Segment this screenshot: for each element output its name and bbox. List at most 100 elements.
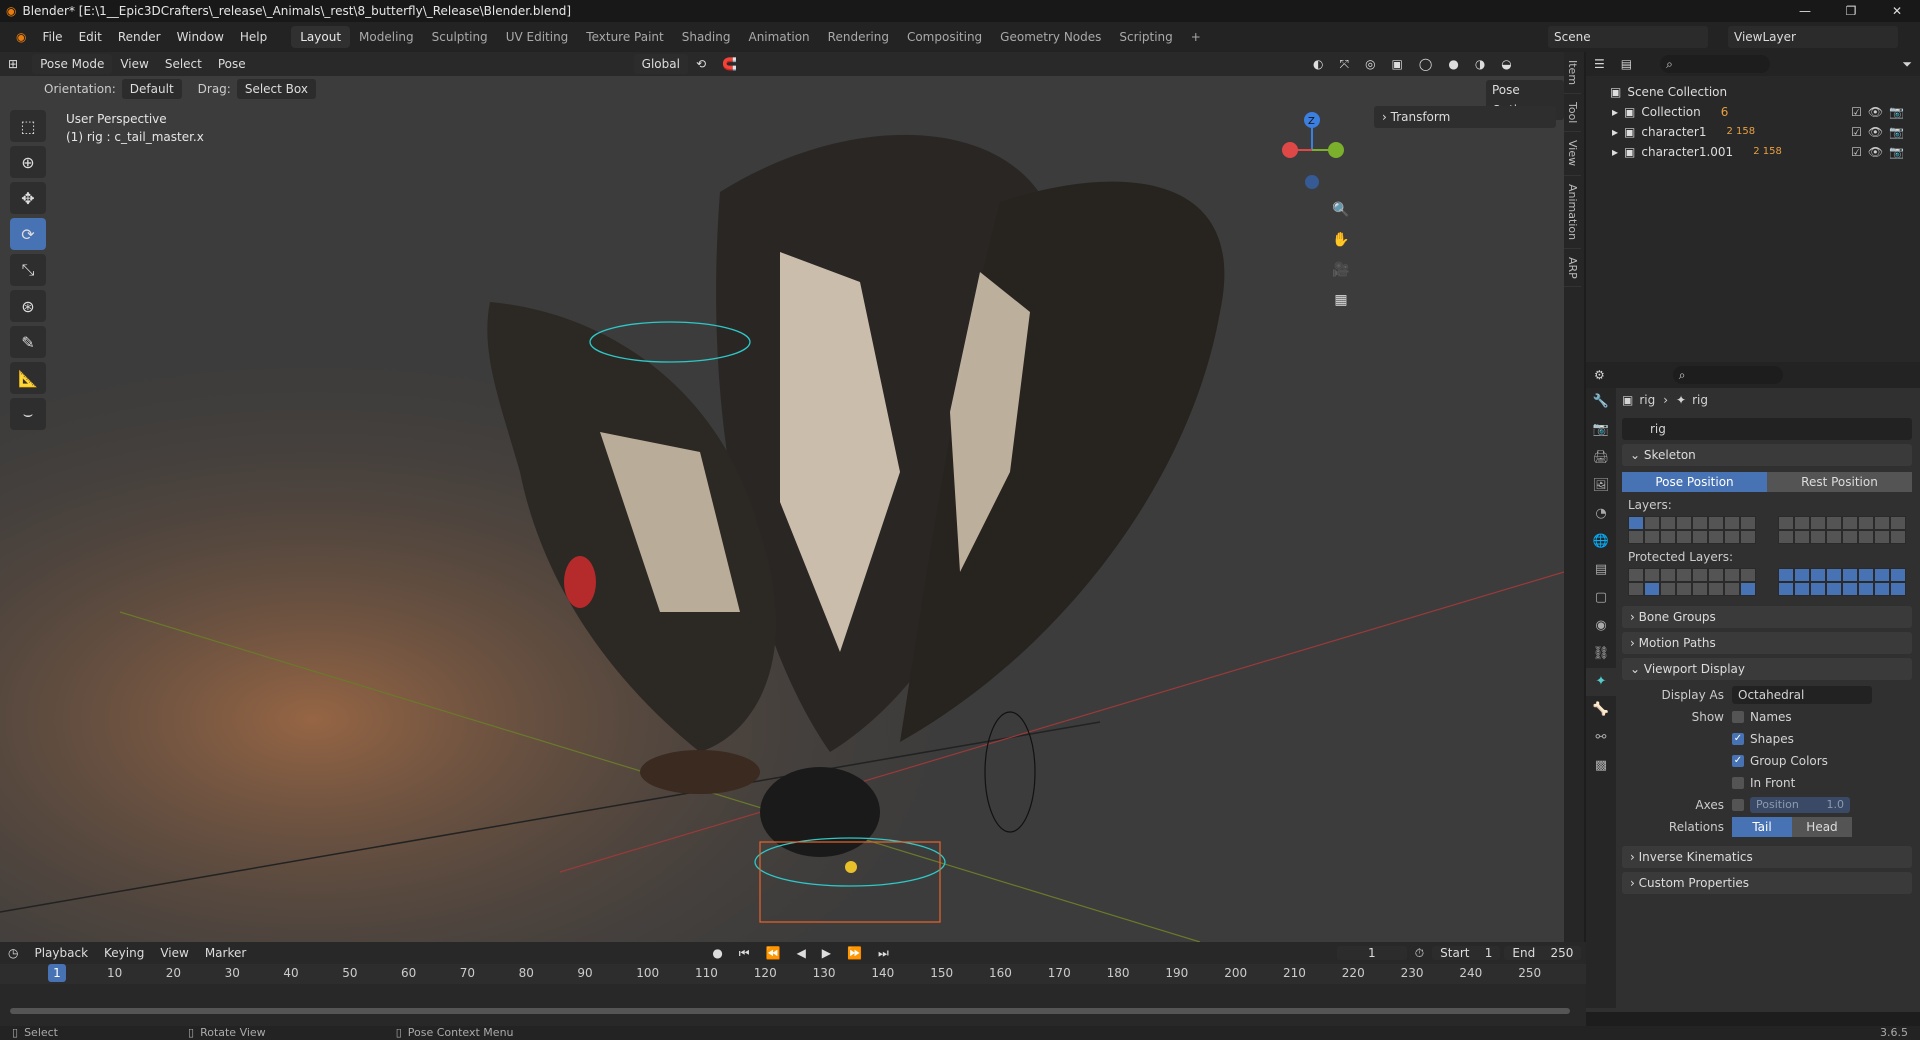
transform-panel-header[interactable]: › Transform <box>1374 106 1556 128</box>
menu-keying[interactable]: Keying <box>96 942 152 964</box>
menu-marker[interactable]: Marker <box>197 942 254 964</box>
constraints-tab-icon[interactable]: ⛓ <box>1586 640 1616 668</box>
pivot-icon[interactable]: ⟲ <box>688 52 714 76</box>
tab-modeling[interactable]: Modeling <box>350 26 423 48</box>
transform-orientation-dropdown[interactable]: Global <box>633 54 688 74</box>
tab-geometry-nodes[interactable]: Geometry Nodes <box>991 26 1110 48</box>
expand-arrow-icon[interactable]: ▸ <box>1612 102 1618 122</box>
tab-tool[interactable]: Tool <box>1564 94 1581 133</box>
menu-file[interactable]: File <box>34 22 70 52</box>
shading-solid-icon[interactable]: ● <box>1440 52 1466 76</box>
tail-button[interactable]: Tail <box>1732 817 1792 837</box>
maximize-icon[interactable]: ❐ <box>1828 0 1874 22</box>
cursor-tool-icon[interactable]: ⊕ <box>10 146 46 178</box>
tab-sculpting[interactable]: Sculpting <box>423 26 497 48</box>
protected-layers-grid[interactable] <box>1628 568 1906 596</box>
axes-position-field[interactable]: Position 1.0 <box>1750 797 1850 813</box>
properties-search-icon[interactable]: ⌕ <box>1672 366 1783 384</box>
tab-view[interactable]: View <box>1564 132 1581 176</box>
jump-end-icon[interactable]: ⏭ <box>870 942 897 964</box>
overlay-icon[interactable]: ◎ <box>1357 52 1383 76</box>
in-front-checkbox[interactable] <box>1732 777 1744 789</box>
menu-select[interactable]: Select <box>157 52 210 76</box>
drag-dropdown[interactable]: Select Box <box>236 79 316 99</box>
collection-tab-icon[interactable]: ▤ <box>1586 556 1616 584</box>
layers-grid-left[interactable] <box>1628 516 1756 544</box>
gizmo-x-handle[interactable] <box>1282 142 1298 158</box>
menu-edit[interactable]: Edit <box>71 22 110 52</box>
protected-grid-right[interactable] <box>1778 568 1906 596</box>
snap-icon[interactable]: 🧲 <box>714 52 745 76</box>
outliner-row-collection[interactable]: ▸ ▣ Collection 6 ☑👁📷 <box>1586 102 1920 122</box>
camera-view-icon[interactable]: 🎥 <box>1328 257 1354 283</box>
group-colors-checkbox[interactable]: ✓ <box>1732 755 1744 767</box>
menu-help[interactable]: Help <box>232 22 275 52</box>
tab-item[interactable]: Item <box>1564 52 1581 95</box>
head-button[interactable]: Head <box>1792 817 1852 837</box>
inverse-kinematics-panel-header[interactable]: › Inverse Kinematics <box>1622 846 1912 868</box>
tab-scripting[interactable]: Scripting <box>1110 26 1181 48</box>
texture-tab-icon[interactable]: ▩ <box>1586 752 1616 780</box>
bone-tab-icon[interactable]: 🦴 <box>1586 696 1616 724</box>
tab-shading[interactable]: Shading <box>673 26 740 48</box>
tab-layout[interactable]: Layout <box>291 26 351 48</box>
gizmo-toggle-icon[interactable]: ⤧ <box>1331 52 1357 76</box>
row-visibility-icons[interactable]: ☑👁📷 <box>1851 102 1910 122</box>
editor-type-icon[interactable]: ⊞ <box>0 52 26 76</box>
expand-arrow-icon[interactable]: ▸ <box>1612 142 1618 162</box>
next-keyframe-icon[interactable]: ⏩ <box>839 942 870 964</box>
move-tool-icon[interactable]: ✥ <box>10 182 46 214</box>
tab-arp[interactable]: ARP <box>1564 249 1581 288</box>
menu-pose[interactable]: Pose <box>210 52 254 76</box>
menu-timeline-view[interactable]: View <box>152 942 196 964</box>
armature-data-tab-icon[interactable]: ✦ <box>1586 668 1616 696</box>
row-visibility-icons[interactable]: ☑👁📷 <box>1851 122 1910 142</box>
expand-arrow-icon[interactable]: ▸ <box>1612 122 1618 142</box>
names-checkbox[interactable] <box>1732 711 1744 723</box>
rest-position-button[interactable]: Rest Position <box>1767 472 1912 492</box>
outliner-row-character1-001[interactable]: ▸ ▣ character1.001 2 158 ☑👁📷 <box>1586 142 1920 162</box>
layers-grid[interactable] <box>1628 516 1906 544</box>
menu-playback[interactable]: Playback <box>26 942 96 964</box>
add-workspace-button[interactable]: + <box>1182 26 1210 48</box>
motion-paths-panel-header[interactable]: › Motion Paths <box>1622 632 1912 654</box>
zoom-icon[interactable]: 🔍 <box>1328 197 1354 223</box>
play-icon[interactable]: ▶ <box>814 942 839 964</box>
viewport-display-panel-header[interactable]: ⌄ Viewport Display <box>1622 658 1912 680</box>
world-tab-icon[interactable]: 🌐 <box>1586 528 1616 556</box>
jump-start-icon[interactable]: ⏮ <box>731 942 758 964</box>
orientation-dropdown[interactable]: Default <box>121 79 182 99</box>
timeline-editor-icon[interactable]: ◷ <box>0 942 26 964</box>
layers-grid-right[interactable] <box>1778 516 1906 544</box>
tab-rendering[interactable]: Rendering <box>819 26 898 48</box>
display-as-dropdown[interactable]: Octahedral <box>1732 686 1872 704</box>
scene-selector[interactable]: Scene <box>1548 26 1708 48</box>
gizmo-y-handle[interactable] <box>1328 142 1344 158</box>
clock-icon[interactable]: ⏱ <box>1407 942 1432 964</box>
close-icon[interactable]: ✕ <box>1874 0 1920 22</box>
render-tab-icon[interactable]: 📷 <box>1586 416 1616 444</box>
xray-icon[interactable]: ▣ <box>1384 52 1411 76</box>
relax-pose-tool-icon[interactable]: ⌣ <box>10 398 46 430</box>
display-mode-icon[interactable]: ▤ <box>1613 57 1640 71</box>
armature-name-field[interactable]: rig <box>1622 418 1912 440</box>
frame-ruler[interactable]: 10 20 30 40 50 60 70 80 90 100 110 120 130 140 150 160 1… <box>0 964 1586 984</box>
annotate-tool-icon[interactable]: ✎ <box>10 326 46 358</box>
measure-tool-icon[interactable]: 📐 <box>10 362 46 394</box>
menu-window[interactable]: Window <box>169 22 232 52</box>
3d-viewport[interactable]: Z ⊞ Pose Mode View Select Pose Global ⟲ … <box>0 52 1564 942</box>
record-icon[interactable]: ● <box>704 942 730 964</box>
tab-compositing[interactable]: Compositing <box>898 26 991 48</box>
menu-render[interactable]: Render <box>110 22 169 52</box>
minimize-icon[interactable]: — <box>1782 0 1828 22</box>
object-tab-icon[interactable]: ▢ <box>1586 584 1616 612</box>
current-frame-field[interactable]: 1 <box>1336 946 1407 960</box>
pose-position-button[interactable]: Pose Position <box>1622 472 1767 492</box>
bone-constraints-tab-icon[interactable]: ⚯ <box>1586 724 1616 752</box>
mode-dropdown[interactable]: Pose Mode <box>32 54 113 74</box>
shapes-checkbox[interactable]: ✓ <box>1732 733 1744 745</box>
shading-material-icon[interactable]: ◑ <box>1467 52 1493 76</box>
select-box-tool-icon[interactable]: ⬚ <box>10 110 46 142</box>
shading-rendered-icon[interactable]: ◒ <box>1493 52 1519 76</box>
view-layer-tab-icon[interactable]: 🖼 <box>1586 472 1616 500</box>
